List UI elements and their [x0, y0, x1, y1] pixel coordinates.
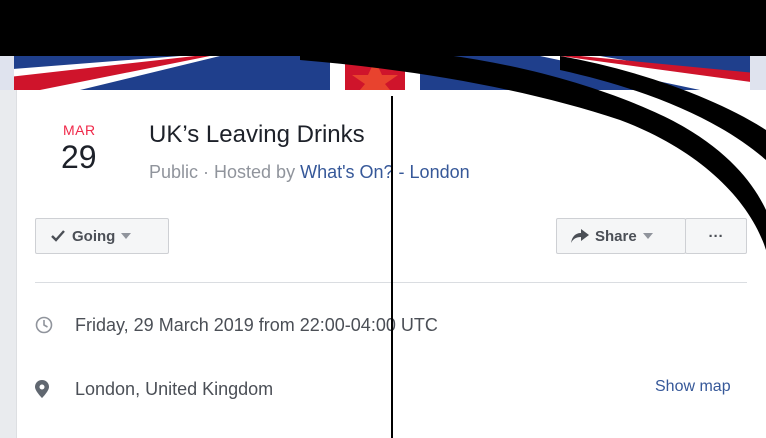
- section-divider: [35, 282, 747, 283]
- cover-photo: [0, 0, 766, 90]
- event-time-row: Friday, 29 March 2019 from 22:00-04:00 U…: [35, 310, 438, 340]
- more-options-button[interactable]: ···: [685, 218, 747, 254]
- map-pin-icon: [35, 380, 59, 398]
- event-day: 29: [61, 139, 97, 175]
- event-location-row: London, United Kingdom: [35, 374, 273, 404]
- going-label: Going: [72, 227, 116, 245]
- redaction-bar: [0, 0, 766, 56]
- share-label: Share: [595, 227, 637, 245]
- event-month: MAR: [63, 122, 96, 138]
- event-header-card: MAR 29 UK’s Leaving Drinks Public · Host…: [16, 90, 766, 438]
- check-icon: [50, 229, 66, 243]
- event-date: MAR 29: [61, 122, 113, 175]
- event-subtitle: Public · Hosted by What's On? - London: [149, 162, 470, 183]
- share-arrow-icon: [571, 229, 589, 243]
- caret-down-icon: [642, 233, 653, 239]
- share-button[interactable]: Share: [556, 218, 686, 254]
- event-host-link[interactable]: What's On? - London: [300, 162, 470, 182]
- caret-down-icon: [121, 233, 132, 239]
- going-button[interactable]: Going: [35, 218, 169, 254]
- more-dots-icon: ···: [708, 227, 724, 245]
- event-title: UK’s Leaving Drinks: [149, 121, 365, 148]
- show-map-link[interactable]: Show map: [655, 378, 731, 396]
- event-location[interactable]: London, United Kingdom: [75, 379, 273, 400]
- clock-icon: [35, 316, 59, 334]
- event-datetime: Friday, 29 March 2019 from 22:00-04:00 U…: [75, 314, 438, 335]
- event-privacy: Public · Hosted by: [149, 162, 301, 182]
